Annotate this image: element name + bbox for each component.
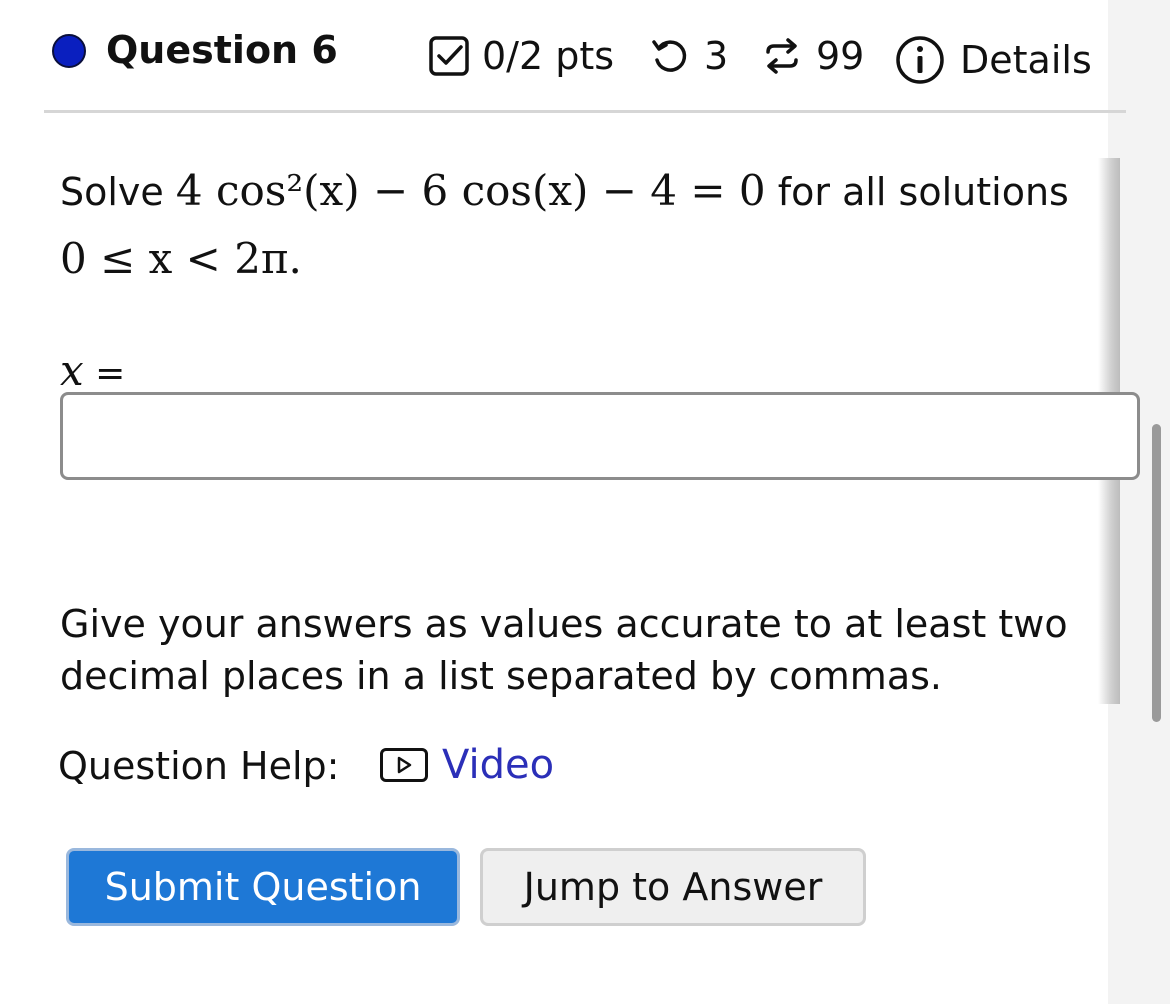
attempts-indicator: 3 <box>650 34 728 78</box>
details-button[interactable]: Details <box>894 34 1092 86</box>
prompt-tail: for all solutions <box>777 170 1069 214</box>
question-title: Question 6 <box>106 28 338 72</box>
attempts-text: 3 <box>704 34 729 78</box>
points-indicator: 0/2 pts <box>428 34 614 78</box>
regen-indicator: 99 <box>760 34 864 78</box>
answer-instructions: Give your answers as values accurate to … <box>60 602 1068 698</box>
answer-input[interactable] <box>60 392 1140 480</box>
regenerate-icon <box>760 34 804 78</box>
question-prompt: Solve 4 cos²(x) − 6 cos(x) − 4 = 0 for a… <box>60 166 1069 215</box>
jump-to-answer-button[interactable]: Jump to Answer <box>480 848 866 926</box>
video-play-icon[interactable] <box>380 748 428 782</box>
video-link[interactable]: Video <box>442 742 554 788</box>
regen-text: 99 <box>816 34 865 78</box>
details-label: Details <box>960 38 1092 82</box>
question-help-label: Question Help: <box>58 744 340 788</box>
status-dot <box>52 34 86 68</box>
points-text: 0/2 pts <box>482 34 615 78</box>
equation: 4 cos²(x) − 6 cos(x) − 4 = 0 <box>175 166 766 215</box>
answer-label: x = <box>60 346 125 395</box>
answer-equals: = <box>95 353 126 394</box>
prompt-lead: Solve <box>60 170 164 214</box>
submit-question-button[interactable]: Submit Question <box>66 848 460 926</box>
scrollbar-thumb[interactable] <box>1152 424 1161 722</box>
check-square-icon <box>428 35 470 77</box>
answer-variable: x <box>60 346 84 395</box>
domain-constraint: 0 ≤ x < 2π. <box>60 234 302 283</box>
info-icon <box>894 34 946 86</box>
retry-icon <box>650 36 690 76</box>
header-divider <box>44 110 1126 113</box>
